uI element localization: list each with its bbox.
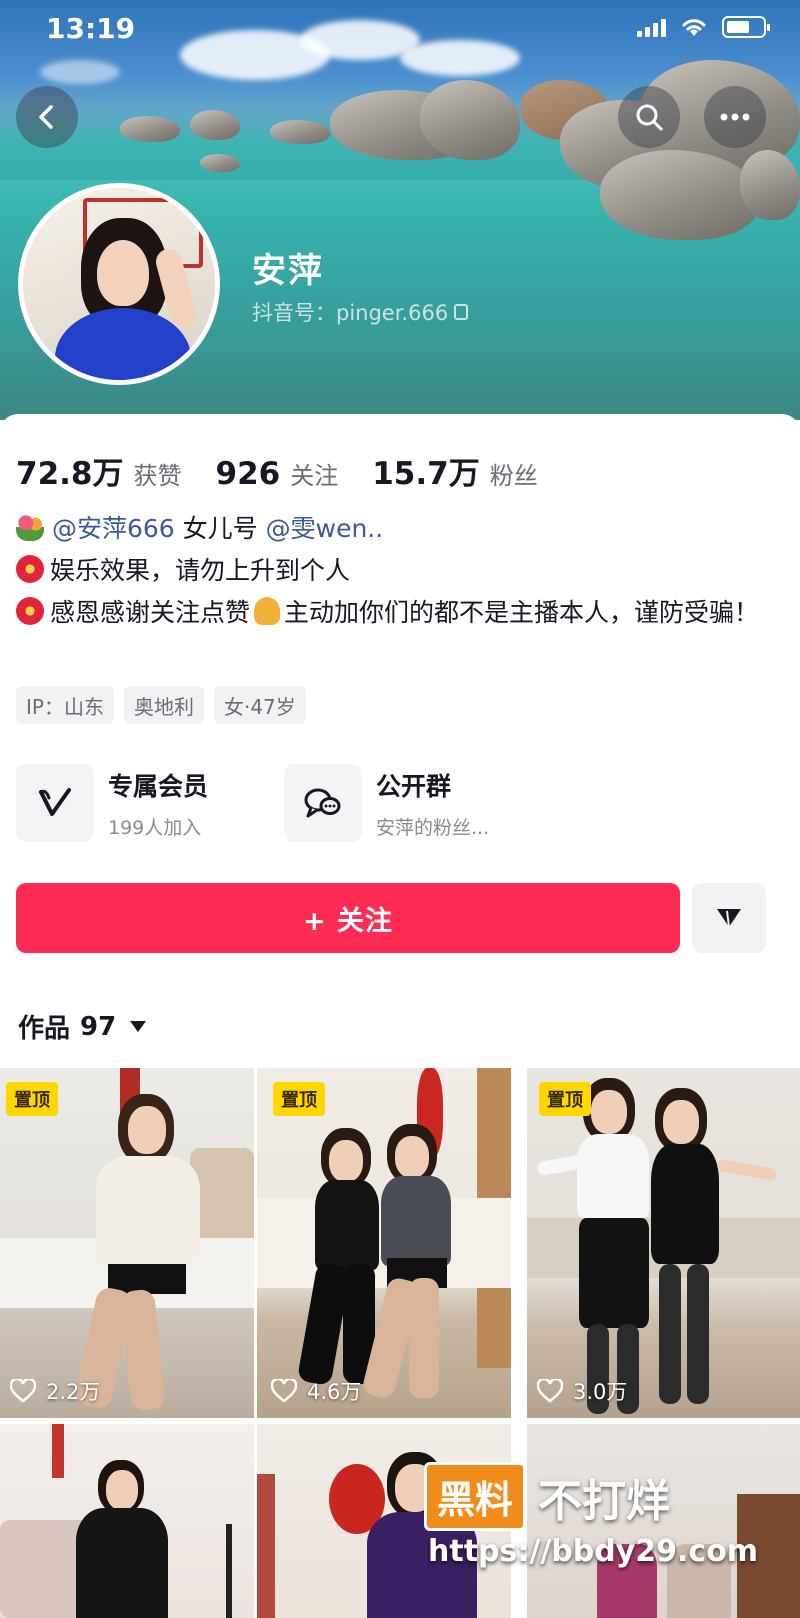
bouquet-emoji-icon [16, 513, 44, 541]
chevron-left-icon [39, 105, 53, 129]
likes-count: 2.2万 [46, 1380, 101, 1404]
stat-followers[interactable]: 15.7万 粉丝 [372, 448, 538, 493]
bio-text: 主动加你们的都不是主播本人，谨防受骗！ [284, 598, 760, 627]
profile-bio: @安萍666 女儿号 @雯wen.. 娱乐效果，请勿上升到个人 感恩感谢关注点赞… [16, 508, 776, 634]
exclusive-membership-entry[interactable]: 专属会员 199人加入 [16, 764, 284, 842]
stat-value: 72.8万 [16, 456, 124, 492]
avatar[interactable] [18, 183, 220, 385]
feature-title: 专属会员 [108, 771, 209, 801]
heart-icon [537, 1379, 563, 1403]
feature-subtitle: 199人加入 [108, 816, 202, 839]
douyin-id-text: 抖音号：pinger.666 [252, 301, 449, 325]
works-tab[interactable]: 作品 97 [18, 1008, 147, 1045]
likes-count: 4.6万 [307, 1380, 362, 1404]
feature-subtitle: 安萍的粉丝... [376, 816, 490, 839]
group-chat-icon [284, 764, 362, 842]
stat-likes[interactable]: 72.8万 获赞 [16, 448, 182, 493]
video-tile[interactable] [0, 1424, 254, 1618]
triangle-down-icon [717, 909, 741, 928]
hibiscus-emoji-icon [16, 555, 44, 583]
watermark-badge: 黑料 [424, 1462, 527, 1531]
bio-line-2: 娱乐效果，请勿上升到个人 [16, 550, 776, 592]
cellular-signal-icon [637, 17, 666, 37]
search-icon [636, 104, 663, 131]
status-bar: 13:19 [0, 0, 800, 56]
wifi-icon [682, 19, 706, 36]
mention-link[interactable]: @安萍666 [52, 514, 175, 543]
douyin-id[interactable]: 抖音号：pinger.666 [252, 297, 469, 327]
stat-label: 关注 [290, 462, 339, 490]
status-icons [637, 16, 770, 38]
heart-icon [10, 1379, 36, 1403]
more-dots-icon [720, 113, 750, 121]
follow-button[interactable]: + 关注 [16, 883, 680, 953]
recommend-toggle-button[interactable] [692, 883, 766, 953]
feature-title: 公开群 [376, 771, 452, 801]
video-likes: 4.6万 [271, 1376, 361, 1406]
mention-link[interactable]: @雯wen.. [266, 514, 384, 543]
works-label: 作品 [18, 1014, 71, 1044]
profile-name: 安萍 [252, 251, 324, 291]
stat-label: 获赞 [133, 462, 182, 490]
bio-line-1: @安萍666 女儿号 @雯wen.. [16, 508, 776, 550]
tag-gender-age: 女·47岁 [213, 686, 306, 724]
hibiscus-emoji-icon [16, 597, 44, 625]
status-time: 13:19 [46, 12, 136, 45]
bio-text: 娱乐效果，请勿上升到个人 [50, 556, 351, 585]
heart-icon [271, 1379, 297, 1403]
public-group-entry[interactable]: 公开群 安萍的粉丝... [284, 764, 552, 842]
video-likes: 2.2万 [10, 1376, 100, 1406]
bio-line-3: 感恩感谢关注点赞 主动加你们的都不是主播本人，谨防受骗！ [16, 592, 776, 634]
profile-stats: 72.8万 获赞 926 关注 15.7万 粉丝 [16, 448, 572, 493]
bio-text: 感恩感谢关注点赞 [50, 598, 251, 627]
search-button[interactable] [618, 86, 680, 148]
video-likes: 3.0万 [537, 1376, 627, 1406]
caret-down-icon [130, 1021, 147, 1032]
pray-emoji-icon [254, 597, 281, 625]
video-tile[interactable]: 置顶 4.6万 [257, 1068, 511, 1418]
pinned-badge: 置顶 [6, 1082, 58, 1116]
watermark-text: 不打烊 [538, 1475, 671, 1527]
feature-entries: 专属会员 199人加入 公开群 安萍的粉丝... [16, 764, 552, 842]
stat-value: 15.7万 [372, 456, 480, 492]
back-button[interactable] [16, 86, 78, 148]
battery-icon [722, 16, 770, 38]
video-tile[interactable]: 置顶 3.0万 [527, 1068, 800, 1418]
vip-v-icon [16, 764, 94, 842]
watermark-url: https://bbdy29.com [428, 1534, 759, 1569]
watermark: 黑料 不打烊 [424, 1462, 670, 1531]
stat-following[interactable]: 926 关注 [216, 456, 339, 492]
tag-location: 奥地利 [123, 686, 204, 724]
pinned-badge: 置顶 [273, 1082, 325, 1116]
works-count: 97 [80, 1011, 117, 1042]
stat-value: 926 [215, 456, 281, 492]
likes-count: 3.0万 [573, 1380, 628, 1404]
copy-icon[interactable] [454, 304, 469, 320]
pinned-badge: 置顶 [539, 1082, 591, 1116]
bio-text: 女儿号 [174, 514, 266, 543]
video-tile[interactable]: 置顶 2.2万 [0, 1068, 254, 1418]
tag-ip: IP：山东 [16, 686, 114, 724]
profile-tags: IP：山东 奥地利 女·47岁 [16, 686, 306, 724]
more-button[interactable] [704, 86, 766, 148]
stat-label: 粉丝 [489, 462, 538, 490]
